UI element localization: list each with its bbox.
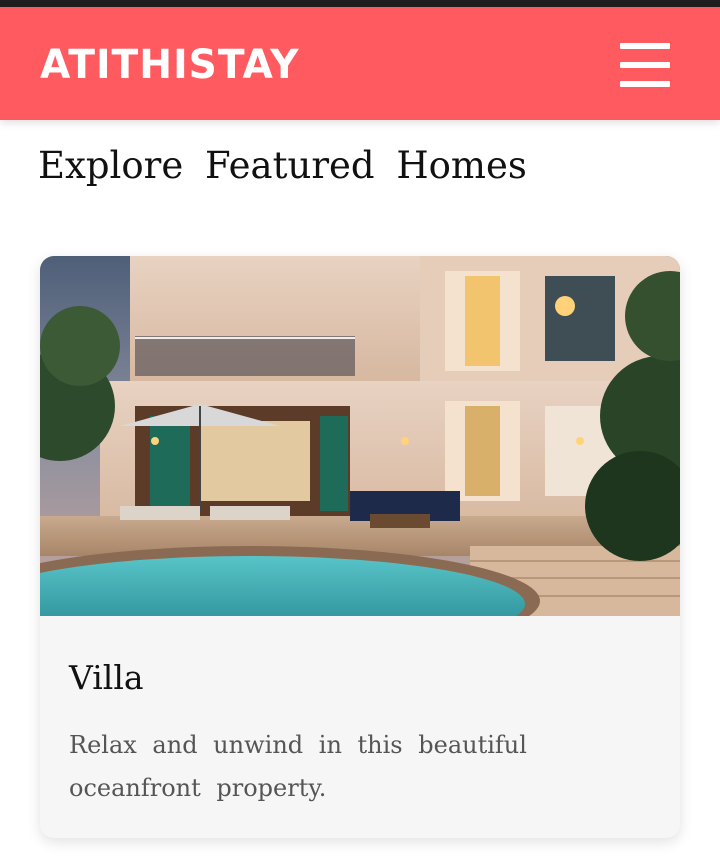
card-title: Villa bbox=[69, 658, 144, 697]
status-strip bbox=[0, 0, 720, 7]
home-card-villa[interactable]: Villa Relax and unwind in this beautiful… bbox=[40, 256, 680, 838]
villa-image bbox=[40, 256, 680, 616]
menu-button[interactable] bbox=[610, 37, 680, 93]
brand-logo[interactable]: ATITHISTAY bbox=[40, 41, 299, 89]
section-title: Explore Featured Homes bbox=[38, 144, 527, 187]
navbar: ATITHISTAY bbox=[0, 7, 720, 120]
card-description: Relax and unwind in this beautiful ocean… bbox=[69, 731, 527, 802]
